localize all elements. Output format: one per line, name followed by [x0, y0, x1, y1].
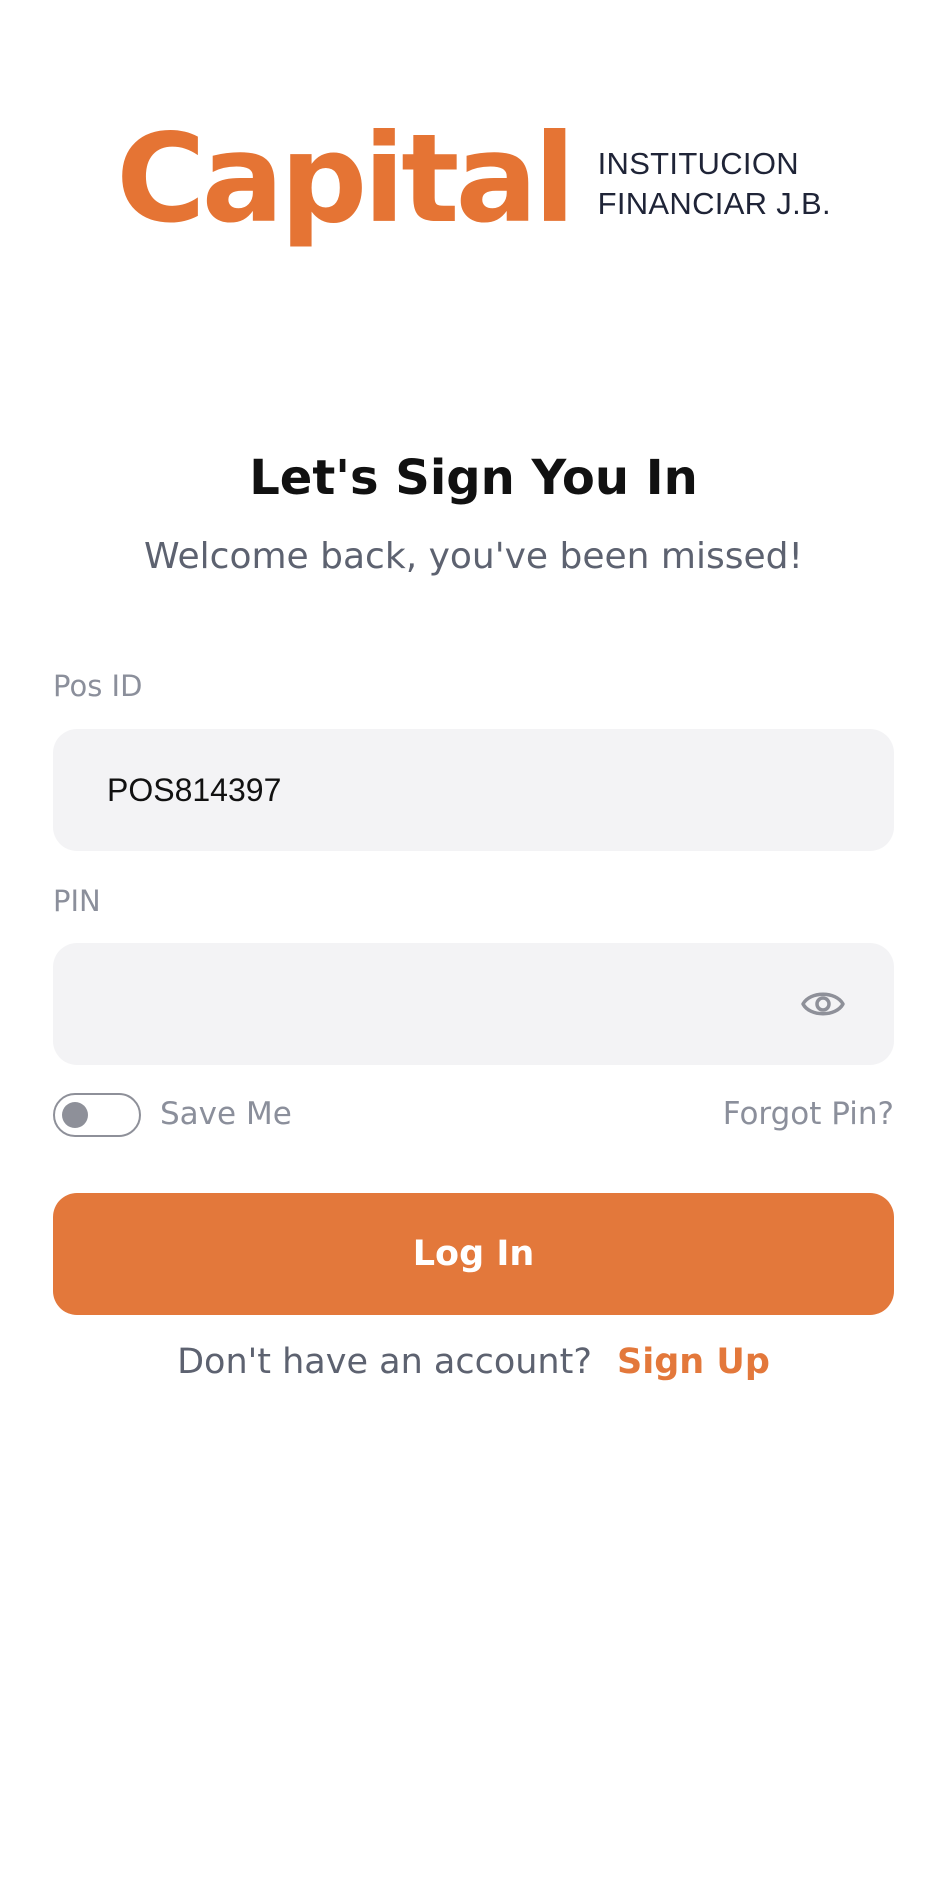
- save-me-toggle[interactable]: [53, 1093, 141, 1137]
- pin-field[interactable]: [53, 943, 894, 1065]
- page-subtitle: Welcome back, you've been missed!: [144, 536, 803, 577]
- page-title: Let's Sign You In: [249, 450, 698, 506]
- logo-subtitle-line1: INSTITUCION: [597, 146, 799, 181]
- logo-subtitle: INSTITUCION FINANCIAR J.B.: [598, 144, 831, 224]
- logo-subtitle-line2: FINANCIAR J.B.: [597, 186, 831, 221]
- eye-icon[interactable]: [800, 982, 846, 1026]
- login-button[interactable]: Log In: [53, 1193, 894, 1315]
- toggle-knob: [62, 1102, 88, 1128]
- signup-prompt: Don't have an account?: [177, 1342, 592, 1382]
- pos-id-value: POS814397: [107, 772, 282, 808]
- forgot-pin-link[interactable]: Forgot Pin?: [723, 1096, 894, 1132]
- pos-id-field[interactable]: POS814397: [53, 729, 894, 851]
- pos-id-label: Pos ID: [53, 669, 143, 703]
- pin-label: PIN: [53, 884, 101, 918]
- signup-row: Don't have an account? Sign Up: [0, 1342, 947, 1382]
- logo-wordmark: Capital: [116, 108, 575, 250]
- signup-link[interactable]: Sign Up: [617, 1342, 770, 1382]
- save-me-label: Save Me: [160, 1096, 292, 1132]
- brand-logo: Capital INSTITUCION FINANCIAR J.B.: [0, 118, 947, 240]
